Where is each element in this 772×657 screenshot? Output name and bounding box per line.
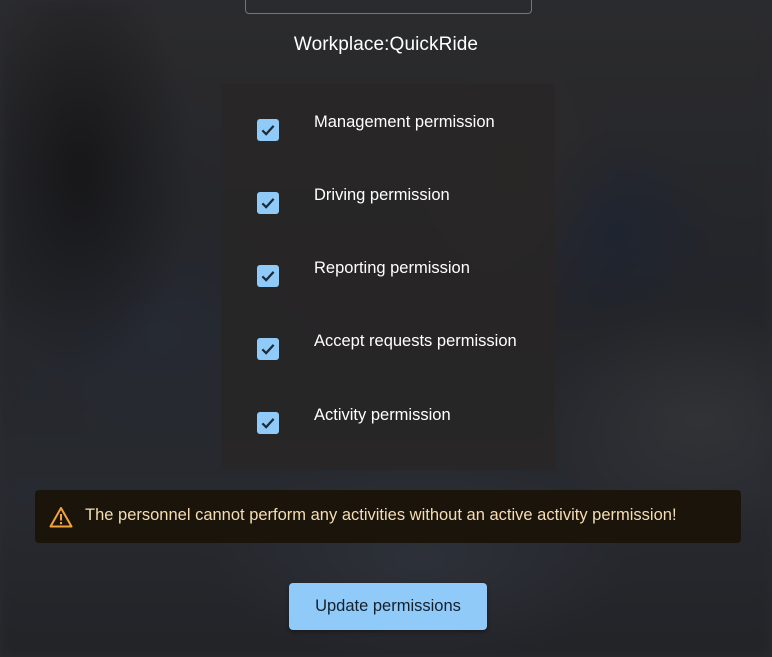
permissions-panel: Management permission Driving permission… (221, 84, 555, 470)
warning-message: The personnel cannot perform any activit… (85, 506, 677, 524)
permission-label: Driving permission (314, 186, 450, 204)
accept-requests-permission-checkbox[interactable] (257, 338, 279, 360)
top-text-field[interactable] (245, 0, 532, 14)
checkmark-icon (261, 271, 275, 282)
permission-label: Accept requests permission (314, 332, 517, 350)
checkmark-icon (261, 418, 275, 429)
checkmark-icon (261, 344, 275, 355)
permission-row-reporting[interactable]: Reporting permission (221, 259, 555, 305)
checkmark-icon (261, 125, 275, 136)
reporting-permission-checkbox[interactable] (257, 265, 279, 287)
warning-alert: The personnel cannot perform any activit… (35, 490, 741, 543)
management-permission-checkbox[interactable] (257, 119, 279, 141)
activity-permission-checkbox[interactable] (257, 412, 279, 434)
warning-triangle-icon (49, 507, 73, 528)
permission-label: Management permission (314, 113, 495, 131)
permission-row-management[interactable]: Management permission (221, 113, 555, 159)
permission-label: Activity permission (314, 406, 451, 424)
checkmark-icon (261, 198, 275, 209)
permission-row-activity[interactable]: Activity permission (221, 406, 555, 452)
workplace-title: Workplace:QuickRide (293, 34, 479, 55)
driving-permission-checkbox[interactable] (257, 192, 279, 214)
permission-row-accept-requests[interactable]: Accept requests permission (221, 332, 555, 378)
permission-label: Reporting permission (314, 259, 470, 277)
update-permissions-button[interactable]: Update permissions (289, 583, 487, 630)
permission-row-driving[interactable]: Driving permission (221, 186, 555, 232)
